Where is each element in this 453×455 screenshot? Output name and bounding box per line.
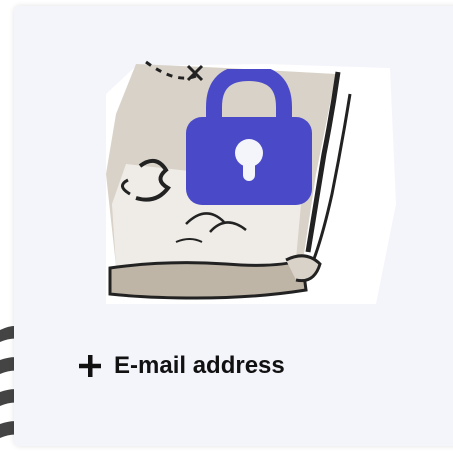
lock-icon bbox=[186, 64, 312, 205]
plus-icon bbox=[79, 355, 101, 377]
add-email-label: E-mail address bbox=[114, 352, 285, 379]
add-email-button[interactable]: E-mail address bbox=[78, 346, 285, 386]
add-email-card[interactable]: E-mail address bbox=[14, 6, 453, 446]
